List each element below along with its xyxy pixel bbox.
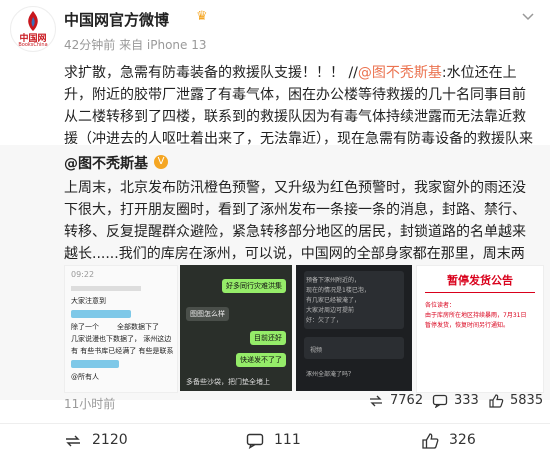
repost-reposts[interactable]: 7762: [390, 393, 423, 408]
crown-icon: ♛: [196, 9, 208, 24]
notice-title: 暂停发货公告: [447, 274, 513, 287]
thumb-text: 预备下涿州附近的，: [306, 277, 361, 284]
comment-icon[interactable]: [432, 394, 448, 408]
mention-link[interactable]: @图不秃斯基: [358, 65, 442, 81]
author-name[interactable]: 中国网官方微博: [64, 9, 169, 30]
blurred-block: [71, 310, 131, 318]
content-prefix: 求扩散，急需有防毒装备的救援队支援！！！ //: [64, 65, 358, 81]
thumbnail-chat-2[interactable]: 好多同行灾难洪集 图图怎么样 目前还好 快递发不了了 多备些沙袋，把门垫全堵上: [180, 265, 292, 391]
repost-user[interactable]: @图不秃斯基: [64, 153, 148, 173]
china-net-logo-icon: [28, 11, 38, 31]
thumb-text: 有几家已经被淹了，: [306, 297, 361, 304]
thumb-text: 大家对周边可提前: [306, 307, 355, 314]
repost-comments[interactable]: 333: [454, 393, 479, 408]
author-avatar[interactable]: 中国网 BooksChina: [10, 6, 56, 52]
image-thumbnails: 09:22 大家注意到 除了一个 全部数据下了 几家说漫也下数据了， 涿州这边 …: [64, 265, 544, 393]
chat-caption: 多备些沙袋，把门垫全堵上: [186, 378, 270, 386]
like-icon[interactable]: [421, 433, 439, 449]
share-count[interactable]: 2120: [92, 432, 128, 448]
like-icon[interactable]: [488, 394, 504, 408]
footer-divider: [0, 423, 550, 424]
thumb-text: 视频: [310, 347, 323, 354]
post-header: 中国网 BooksChina 中国网官方微博 ♛ 42分钟前 来自 iPhone…: [0, 0, 550, 62]
chat-bubble: 图图怎么样: [186, 307, 229, 321]
thumbnail-chat-1[interactable]: 09:22 大家注意到 除了一个 全部数据下了 几家说漫也下数据了， 涿州这边 …: [64, 265, 178, 393]
thumb-time: 09:22: [71, 270, 95, 279]
thumb-text: 有 有些书库已经满了 有些是联系: [71, 347, 174, 355]
thumbnail-chat-3[interactable]: 预备下涿州附近的， 现在的情况是1楼已泡， 有几家已经被淹了， 大家对周边可提前…: [296, 265, 412, 391]
thumb-text: 涿州全部淹了吗？: [306, 371, 355, 378]
chat-bubble: 目前还好: [250, 331, 286, 345]
notice-text: 各位读者：: [425, 302, 456, 309]
chevron-down-icon[interactable]: [520, 8, 536, 24]
logo-subtext: BooksChina: [18, 42, 48, 48]
blurred-block: [71, 360, 119, 368]
repost-icon[interactable]: [368, 394, 384, 408]
thumb-text: 现在的情况是1楼已泡，: [306, 287, 370, 294]
repost-likes[interactable]: 5835: [510, 393, 543, 408]
post-meta: 42分钟前 来自 iPhone 13: [64, 38, 207, 52]
like-count[interactable]: 326: [449, 432, 476, 448]
chat-bubble: 好多同行灾难洪集: [222, 279, 286, 293]
chat-bubble: 快递发不了了: [236, 353, 286, 367]
thumb-text: 除了一个: [71, 323, 99, 331]
notice-text: 暂停发货，恢复时间另行通知。: [425, 322, 510, 329]
repost-time: 11小时前: [64, 397, 116, 411]
repost-card[interactable]: @图不秃斯基 V 上周末，北京发布防汛橙色预警，又升级为红色预警时，我家窗外的雨…: [0, 145, 550, 400]
thumb-text: @所有人: [71, 373, 99, 381]
thumb-line: [71, 286, 141, 291]
comment-count[interactable]: 111: [274, 432, 301, 448]
notice-divider: [425, 292, 535, 293]
comment-icon[interactable]: [246, 433, 264, 449]
thumb-text: 好：欠了了，: [306, 317, 343, 324]
share-icon[interactable]: [64, 433, 82, 449]
thumbnail-notice[interactable]: 暂停发货公告 各位读者： 由于库房所在地区持续暴雨，7月31日 暂停发货，恢复时…: [416, 265, 544, 393]
thumb-text: 几家说漫也下数据了， 涿州这边: [71, 335, 172, 343]
notice-text: 由于库房所在地区持续暴雨，7月31日: [425, 312, 527, 319]
verified-badge-icon: V: [154, 155, 168, 169]
thumb-text: 大家注意到: [71, 297, 106, 305]
thumb-text: 全部数据下了: [117, 323, 159, 331]
